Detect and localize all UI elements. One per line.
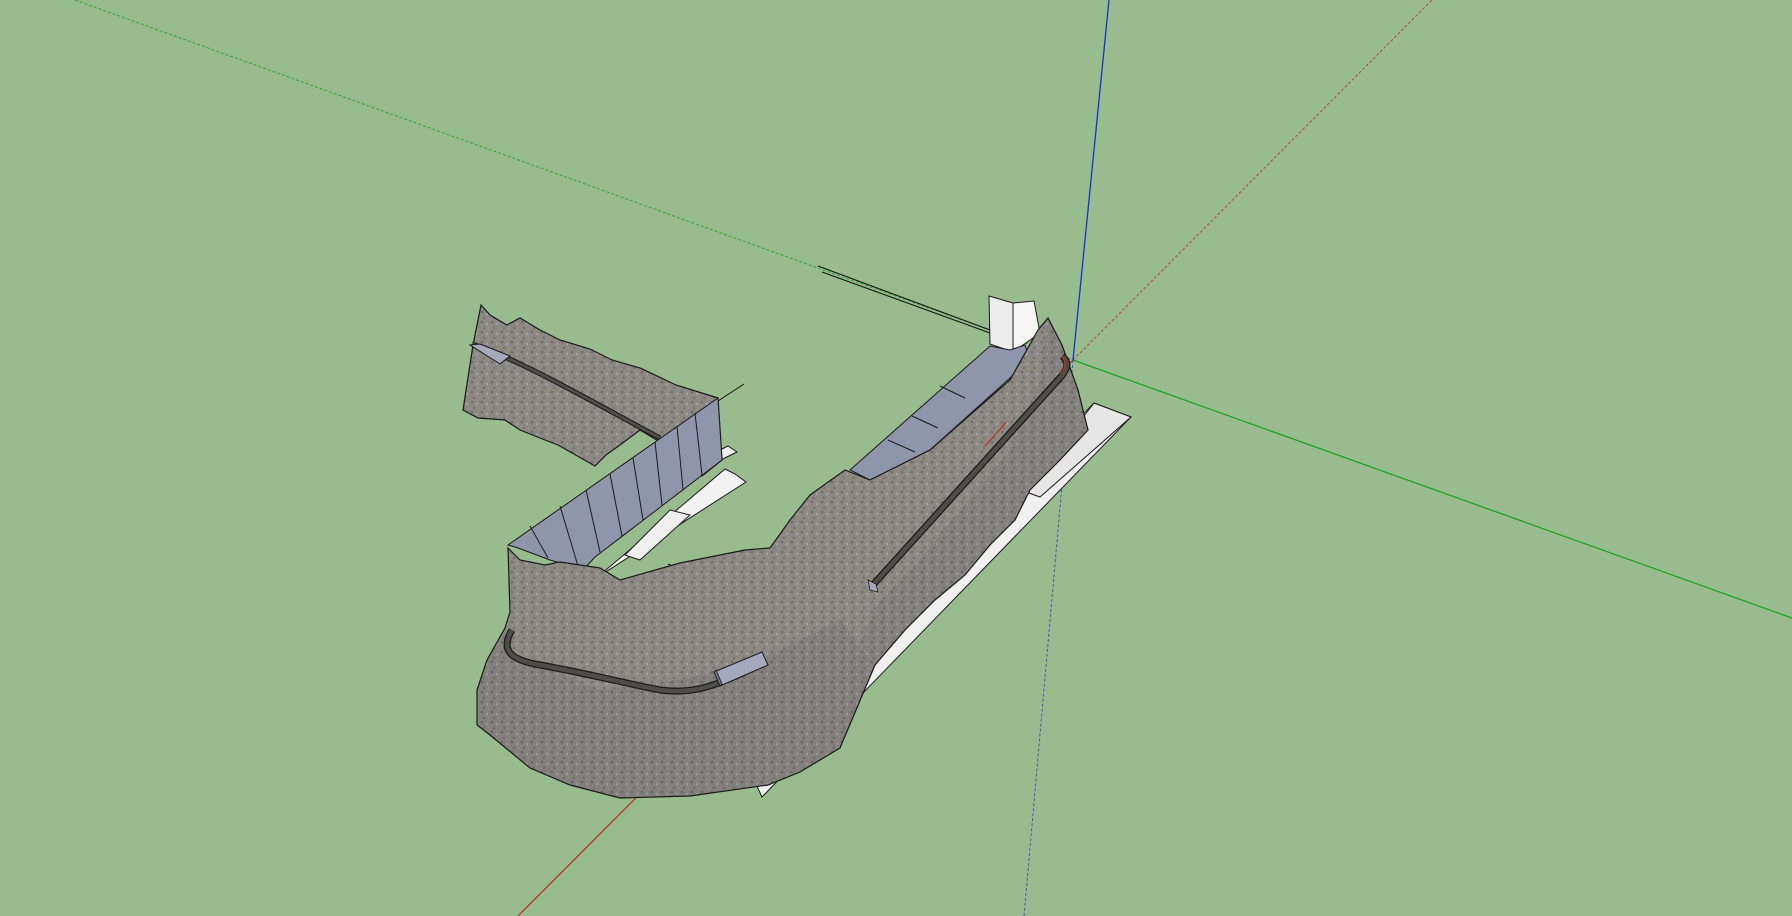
red-axis-negative	[1072, 0, 1433, 361]
blue-axis-positive	[1072, 0, 1110, 361]
model-viewport[interactable]	[0, 0, 1792, 916]
green-axis-positive	[1072, 359, 1792, 619]
end-panel-left[interactable]	[988, 295, 1014, 353]
model-scene[interactable]	[0, 0, 1792, 916]
green-axis-negative	[74, 0, 1074, 361]
